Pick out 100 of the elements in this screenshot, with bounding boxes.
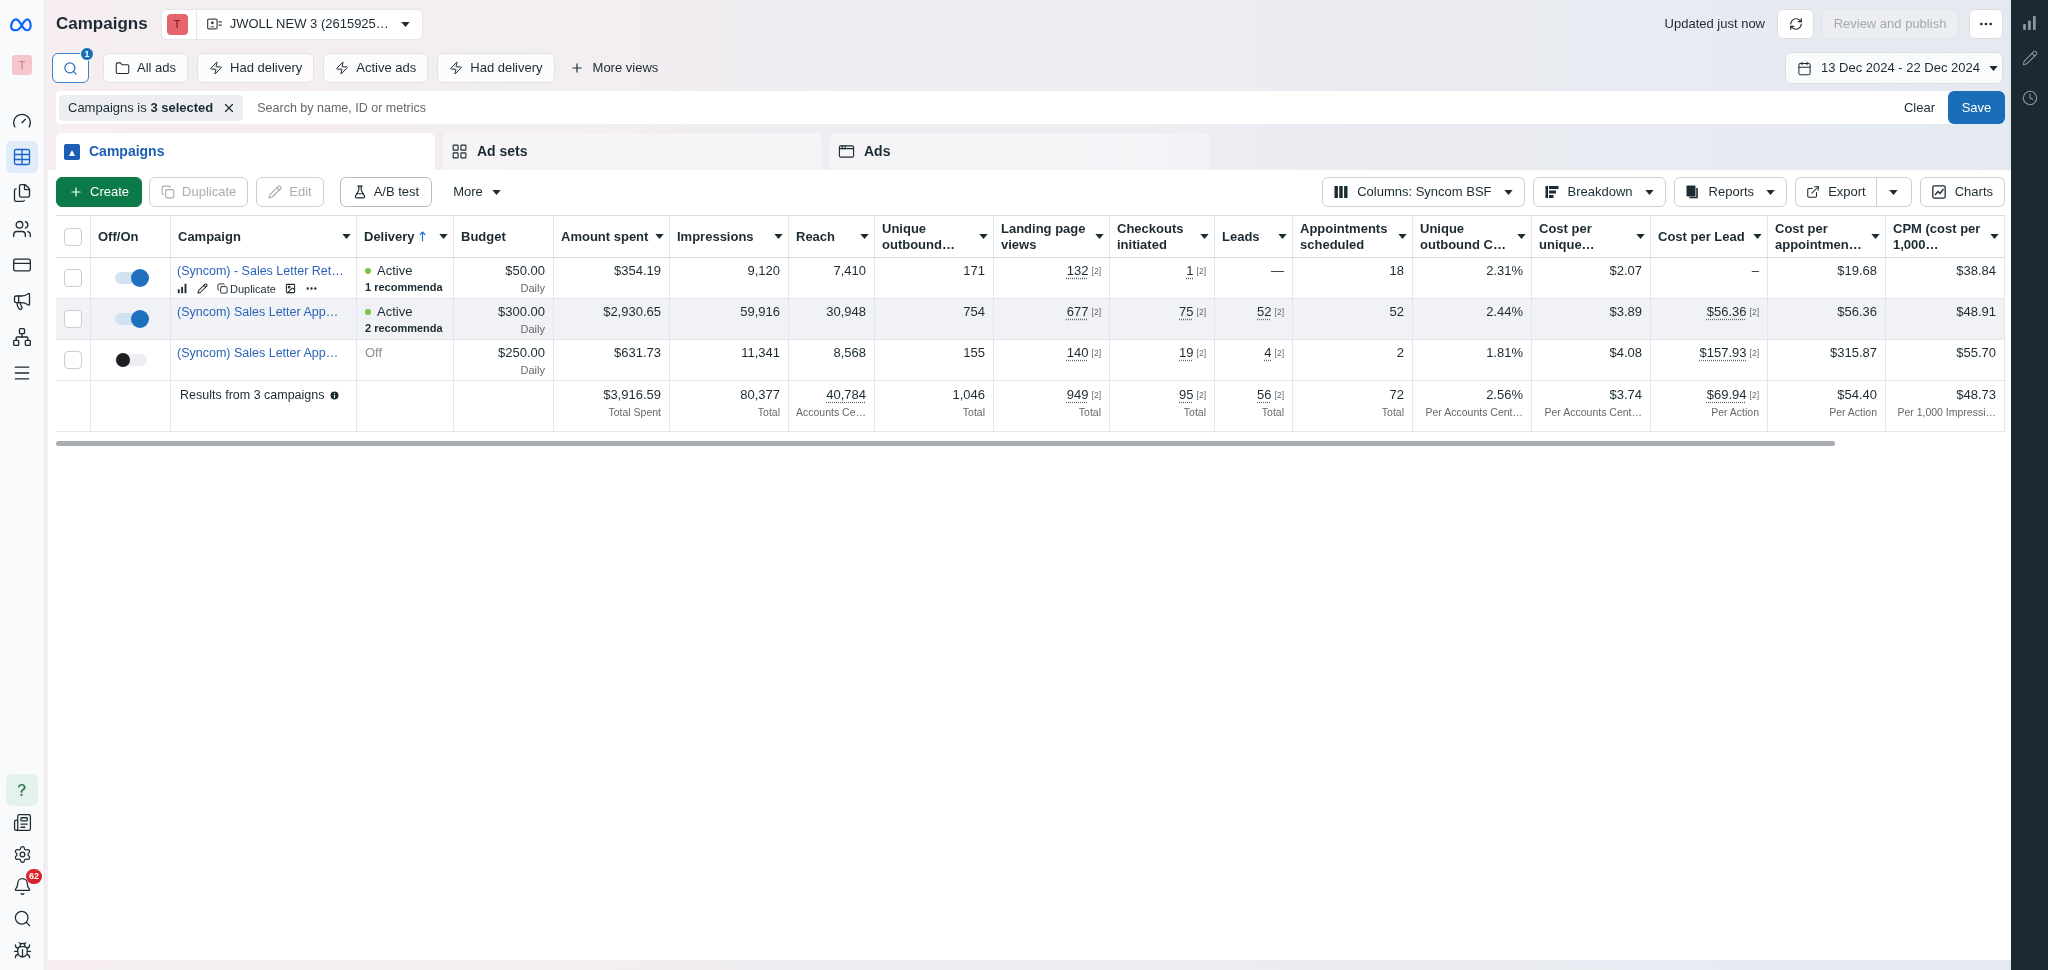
column-header[interactable]: Unique outbound C… <box>1413 216 1532 257</box>
column-header[interactable]: Off/On <box>91 216 171 257</box>
search-field[interactable]: Search by name, ID or metrics <box>257 94 1904 121</box>
view-chip[interactable]: Had delivery <box>437 53 555 83</box>
column-header[interactable]: Impressions <box>670 216 789 257</box>
table-cell: $48.73 Per 1,000 Impressi… <box>1886 381 2005 431</box>
table-cell: 59,916 <box>670 299 789 339</box>
search-button[interactable] <box>52 53 89 83</box>
view-chip[interactable]: Active ads <box>323 53 429 83</box>
table-cell: 80,377 Total <box>670 381 789 431</box>
pencil-icon <box>268 185 283 199</box>
table-cell: 52 <box>1293 299 1413 339</box>
toolbar-button[interactable]: More <box>452 177 502 207</box>
caret-icon <box>439 234 448 239</box>
megaphone-icon <box>12 291 32 311</box>
toolbar-button[interactable]: Breakdown <box>1532 177 1666 207</box>
caret-icon <box>1644 189 1654 195</box>
view-chip[interactable]: All ads <box>103 53 189 83</box>
image-icon[interactable] <box>284 283 296 294</box>
duplicate-link[interactable]: Duplicate <box>217 281 276 296</box>
campaign-link[interactable]: (Syncom) - Sales Letter Ret… <box>177 263 344 279</box>
filter-search-box[interactable]: Campaigns is 3 selected Search by name, ID or metrics Clear Save <box>56 91 2005 124</box>
campaign-link[interactable]: (Syncom) Sales Letter App… <box>177 345 339 361</box>
caret-icon <box>860 234 869 239</box>
pencil-icon[interactable] <box>197 283 208 294</box>
caret-icon <box>1278 234 1287 239</box>
line-chart-icon <box>1931 185 1946 199</box>
filter-chip[interactable]: Campaigns is 3 selected <box>59 94 244 121</box>
copy-icon <box>217 283 228 294</box>
column-header[interactable]: Campaign <box>171 216 357 257</box>
column-header[interactable]: Budget <box>454 216 554 257</box>
people-icon <box>12 219 32 239</box>
column-header[interactable]: Landing page views <box>994 216 1110 257</box>
copy-icon <box>161 185 176 199</box>
clear-button[interactable]: Clear <box>1903 97 1935 118</box>
more-views-button[interactable]: More views <box>569 53 659 83</box>
column-header[interactable]: Checkouts initiated <box>1110 216 1215 257</box>
toolbar-button[interactable]: Charts <box>1919 177 2005 207</box>
table-cell: $56.36 <box>1768 299 1886 339</box>
column-header[interactable]: Reach <box>789 216 875 257</box>
campaign-link[interactable]: (Syncom) Sales Letter App… <box>177 304 339 320</box>
table-cell: $19.68 <box>1768 258 1886 298</box>
table-cell: 8,568 <box>789 340 875 380</box>
clock-icon[interactable] <box>2021 90 2038 106</box>
column-header[interactable]: Leads <box>1215 216 1293 257</box>
table-cell: 19 [2] <box>1110 340 1215 380</box>
table-cell: $157.93 [2] <box>1651 340 1768 380</box>
table-cell: 949 [2] Total <box>994 381 1110 431</box>
tab[interactable]: Ad sets <box>443 133 822 170</box>
column-header[interactable]: CPM (cost per 1,000… <box>1886 216 2005 257</box>
delivery-status: Active <box>377 303 413 322</box>
column-header[interactable]: Cost per appointmen… <box>1768 216 1886 257</box>
table-cell: 9,120 <box>670 258 789 298</box>
export-button[interactable]: Export <box>1795 177 1877 207</box>
checkbox[interactable] <box>64 310 82 328</box>
table-cell: 132 [2] <box>994 258 1110 298</box>
scrollbar-thumb[interactable] <box>56 441 1835 446</box>
tab[interactable]: Ads <box>830 133 1209 170</box>
refresh-button[interactable] <box>1777 9 1814 39</box>
recommendation-note[interactable]: 2 recommenda <box>365 321 453 335</box>
table-cell: $54.40 Per Action <box>1768 381 1886 431</box>
caret-icon <box>1989 65 1998 71</box>
table-cell: 40,784 Accounts Ce… <box>789 381 875 431</box>
column-header[interactable]: Amount spent <box>554 216 670 257</box>
update-status: Updated just now <box>1664 15 1765 34</box>
table-cell: 754 <box>875 299 994 339</box>
column-header[interactable]: Delivery <box>357 216 454 257</box>
checkbox[interactable] <box>64 269 82 287</box>
pencil-icon[interactable] <box>2021 50 2038 66</box>
checkbox[interactable] <box>64 351 82 369</box>
account-selector[interactable]: T JWOLL NEW 3 (2615925… <box>160 8 423 40</box>
column-header[interactable]: Appointments scheduled <box>1293 216 1413 257</box>
column-header[interactable]: Unique outbound… <box>875 216 994 257</box>
view-chip[interactable]: Had delivery <box>197 53 315 83</box>
column-header[interactable]: Cost per unique… <box>1532 216 1651 257</box>
documents-icon <box>12 183 32 203</box>
page-title: Campaigns <box>56 13 148 36</box>
tab[interactable]: Campaigns <box>56 133 435 170</box>
recommendation-note[interactable]: 1 recommenda <box>365 280 453 294</box>
table-cell: $4.08 <box>1532 340 1651 380</box>
table-cell: $631.73 <box>554 340 670 380</box>
bar-chart-icon[interactable] <box>177 283 188 294</box>
table-cell: — <box>1215 258 1293 298</box>
table-cell: 30,948 <box>789 299 875 339</box>
infinity-logo-icon[interactable] <box>9 17 35 32</box>
toolbar-button[interactable]: A/B test <box>339 177 433 207</box>
network-icon <box>12 327 32 347</box>
info-icon[interactable] <box>328 389 340 401</box>
create-button[interactable]: Create <box>56 177 143 207</box>
checkbox[interactable] <box>64 227 82 246</box>
table-cell: 75 [2] <box>1110 299 1215 339</box>
save-button[interactable]: Save <box>1948 91 2005 124</box>
toolbar-button[interactable]: Columns: Syncom BSF <box>1322 177 1525 207</box>
column-header[interactable]: Cost per Lead <box>1651 216 1768 257</box>
lightning-icon <box>449 61 464 75</box>
table-cell: $38.84 <box>1886 258 2005 298</box>
date-range-picker[interactable]: 13 Dec 2024 - 22 Dec 2024 <box>1785 52 2003 84</box>
toolbar-button[interactable]: Reports <box>1673 177 1788 207</box>
table-cell: 11,341 <box>670 340 789 380</box>
table-cell: 2.44% <box>1413 299 1532 339</box>
